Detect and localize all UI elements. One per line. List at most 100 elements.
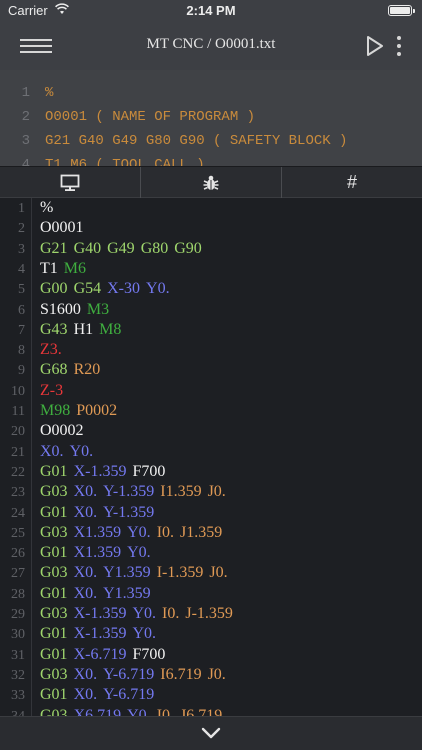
line-code: O0001	[40, 219, 90, 237]
code-line[interactable]: 27 G03 X0. Y1.359 I-1.359 J0.	[0, 564, 422, 584]
code-token: G01	[40, 645, 68, 663]
hamburger-icon[interactable]	[20, 36, 52, 56]
code-token: %	[40, 199, 54, 216]
code-token: X0.	[73, 584, 98, 602]
code-line[interactable]: 32 G03 X0. Y-6.719 I6.719 J0.	[0, 666, 422, 686]
code-line[interactable]: 33 G01 X0. Y-6.719	[0, 686, 422, 706]
preview-line-number: 2	[21, 109, 30, 125]
code-line[interactable]: 28 G01 X0. Y1.359	[0, 585, 422, 605]
bottom-bar	[0, 716, 422, 750]
line-code: G01 X0. Y-1.359	[40, 504, 160, 522]
code-token: M98	[40, 402, 71, 419]
code-token: Y0.	[132, 605, 157, 622]
code-token: I0.	[162, 605, 180, 622]
more-vertical-icon[interactable]	[393, 34, 405, 58]
code-line[interactable]: 3 G21 G40 G49 G80 G90	[0, 240, 422, 260]
tab-line-numbers[interactable]: #	[281, 167, 422, 198]
code-token: J1.359	[180, 523, 223, 541]
preview-line-text: %	[45, 85, 54, 101]
code-token: S1600	[40, 300, 81, 318]
code-line[interactable]: 30 G01 X-1.359 Y0.	[0, 625, 422, 645]
code-token: X0.	[73, 483, 98, 501]
play-icon[interactable]	[366, 35, 384, 57]
line-code: G03 X1.359 Y0. I0. J1.359	[40, 524, 228, 542]
code-token: X-1.359	[73, 625, 127, 643]
code-line[interactable]: 29 G03 X-1.359 Y0. I0. J-1.359	[0, 605, 422, 625]
line-code: G03 X0. Y1.359 I-1.359 J0.	[40, 564, 234, 582]
line-code: G01 X-6.719 F700	[40, 646, 171, 664]
code-token: X1.359	[73, 544, 122, 562]
line-code: G00 G54 X-30 Y0.	[40, 280, 176, 298]
code-line[interactable]: 22 G01 X-1.359 F700	[0, 463, 422, 483]
code-line[interactable]: 7 G43 H1 M8	[0, 321, 422, 341]
chevron-down-icon[interactable]	[201, 725, 221, 741]
line-code: G21 G40 G49 G80 G90	[40, 240, 208, 258]
code-line[interactable]: 6 S1600 M3	[0, 301, 422, 321]
line-number: 20	[11, 424, 25, 440]
line-code: G01 X0. Y-6.719	[40, 686, 160, 704]
code-token: Y0.	[127, 544, 151, 562]
tab-debug[interactable]	[140, 167, 281, 198]
code-line[interactable]: 10 Z-3	[0, 382, 422, 402]
code-line[interactable]: 21 X0. Y0.	[0, 443, 422, 463]
code-editor[interactable]: 1% 2 O0001 3 G21 G40 G49 G80 G90 4 T1 M6 5 G00 G54 X-30…	[0, 198, 422, 716]
line-number: 29	[11, 607, 25, 622]
code-token: Y0.	[127, 706, 151, 717]
source-preview[interactable]: 1 % 2 O0001 ( NAME OF PROGRAM ) 3 G21 G4…	[0, 70, 422, 166]
code-line[interactable]: 9 G68 R20	[0, 361, 422, 381]
code-token: X0.	[40, 442, 64, 460]
line-code: Z-3	[40, 382, 69, 400]
code-line[interactable]: 5 G00 G54 X-30 Y0.	[0, 280, 422, 300]
code-token: R20	[73, 361, 101, 379]
code-token: I0.	[156, 523, 175, 541]
line-number: 34	[11, 708, 25, 717]
code-line[interactable]: 20 O0002	[0, 422, 422, 442]
line-code: G03 X0. Y-1.359 I1.359 J0.	[40, 483, 232, 501]
line-code: T1 M6	[40, 260, 92, 278]
line-code: G01 X-1.359 F700	[40, 463, 171, 481]
code-line[interactable]: 26 G01 X1.359 Y0.	[0, 544, 422, 564]
line-number: 27	[11, 566, 25, 582]
code-token: G01	[40, 544, 68, 562]
view-tab-bar: #	[0, 166, 422, 198]
code-token: G03	[40, 564, 68, 582]
code-token: Y-6.719	[103, 665, 155, 683]
line-number: 3	[18, 241, 25, 257]
line-number: 31	[11, 647, 25, 663]
code-token: Y0.	[69, 442, 94, 460]
code-token: O0002	[40, 422, 84, 440]
code-line[interactable]: 25 G03 X1.359 Y0. I0. J1.359	[0, 524, 422, 544]
code-token: I1.359	[160, 483, 202, 501]
code-line[interactable]: 11 M98 P0002	[0, 402, 422, 422]
line-number: 11	[11, 404, 25, 419]
preview-line-number: 1	[21, 85, 30, 101]
code-token: X-6.719	[73, 645, 127, 663]
code-line[interactable]: 31 G01 X-6.719 F700	[0, 646, 422, 666]
code-token: H1	[73, 320, 94, 338]
code-token: J6.719	[180, 706, 223, 717]
code-token: G03	[40, 523, 68, 541]
code-token: Z-3	[40, 381, 64, 399]
code-token: Y-1.359	[103, 483, 155, 501]
code-line[interactable]: 4 T1 M6	[0, 260, 422, 280]
tab-display[interactable]	[0, 167, 140, 198]
code-line[interactable]: 24 G01 X0. Y-1.359	[0, 504, 422, 524]
monitor-icon	[60, 174, 80, 191]
code-line[interactable]: 2 O0001	[0, 219, 422, 239]
line-code: X0. Y0.	[40, 443, 99, 461]
line-number: 30	[11, 627, 25, 643]
hash-icon: #	[346, 172, 357, 192]
code-token: M3	[86, 300, 110, 318]
line-code: G03 X6.719 Y0. I0. J6.719	[40, 707, 228, 717]
code-token: G80	[140, 239, 169, 257]
code-token: F700	[132, 645, 166, 663]
code-token: Y1.359	[103, 564, 151, 582]
code-line[interactable]: 23 G03 X0. Y-1.359 I1.359 J0.	[0, 483, 422, 503]
preview-line-text: O0001 ( NAME OF PROGRAM )	[45, 109, 256, 125]
code-token: M6	[63, 259, 87, 277]
code-line[interactable]: 34 G03 X6.719 Y0. I0. J6.719	[0, 707, 422, 717]
code-token: G01	[40, 686, 68, 704]
code-line[interactable]: 8 Z3.	[0, 341, 422, 361]
code-line[interactable]: 1%	[0, 199, 422, 219]
code-token: J0.	[207, 483, 226, 501]
